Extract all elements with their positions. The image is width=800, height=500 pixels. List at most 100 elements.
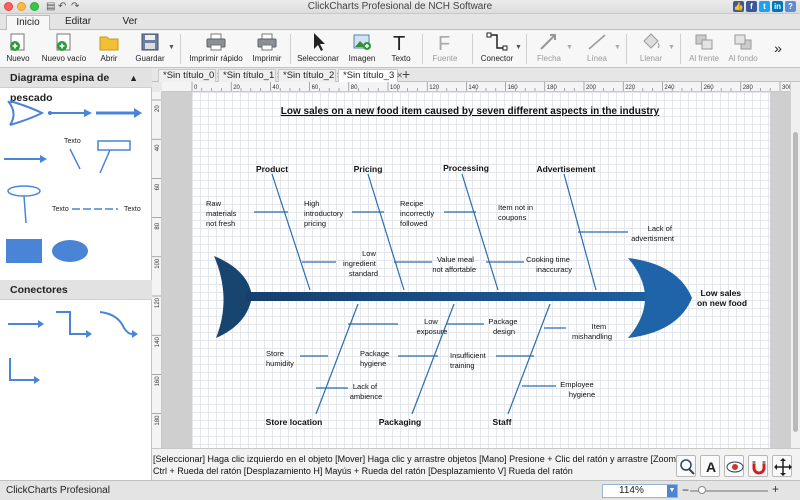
cause-low-exposure[interactable]: Low exposure: [417, 317, 448, 336]
section-fishbone-header[interactable]: Diagrama espina de pescado ▲: [0, 68, 152, 104]
twitter-icon[interactable]: t: [759, 1, 770, 12]
open-button[interactable]: Abrir: [94, 32, 124, 66]
connector-elbow-down[interactable]: [9, 358, 40, 384]
doc-tab-2-label: *Sin título_2: [283, 70, 335, 81]
category-store-location[interactable]: Store location: [266, 417, 323, 427]
zoom-slider[interactable]: [690, 486, 768, 494]
category-product[interactable]: Product: [256, 164, 288, 174]
cause-package-design[interactable]: Package design: [488, 317, 519, 336]
image-button[interactable]: Imagen: [346, 32, 378, 66]
shape-thin-arrow[interactable]: [48, 109, 92, 117]
cause-raw-materials[interactable]: Raw materials not fresh: [206, 199, 239, 228]
vertical-scrollbar[interactable]: [790, 82, 800, 448]
doc-tab-1[interactable]: *Sin título_1✕: [218, 69, 283, 82]
connector-straight[interactable]: [8, 320, 44, 328]
bring-front-button[interactable]: Al frente: [686, 32, 722, 66]
connector-elbow[interactable]: [56, 311, 92, 338]
connector-dropdown-icon[interactable]: ▼: [515, 44, 522, 51]
cause-lack-ambience[interactable]: Lack of ambience: [350, 382, 383, 401]
cause-item-mishandling[interactable]: Item mishandling: [572, 322, 612, 341]
select-button[interactable]: Seleccionar: [296, 32, 340, 66]
bone-product[interactable]: [271, 173, 311, 291]
cause-low-ingredient[interactable]: Low ingredient standard: [343, 249, 378, 278]
shape-ellipse[interactable]: [52, 240, 88, 262]
zoom-out-icon[interactable]: −: [682, 483, 689, 497]
arrow-button[interactable]: Flecha: [532, 32, 566, 66]
category-packaging[interactable]: Packaging: [379, 417, 422, 427]
connector-curved[interactable]: [99, 311, 138, 338]
canvas-area[interactable]: Low sales on a new food item caused by s…: [162, 92, 790, 448]
cause-line: materials: [206, 209, 237, 218]
scrollbar-thumb[interactable]: [793, 132, 798, 432]
help-icon[interactable]: ?: [785, 1, 796, 12]
cause-insufficient-training[interactable]: Insufficient training: [450, 351, 488, 370]
send-back-button[interactable]: Al fondo: [726, 32, 760, 66]
pan-tool[interactable]: [772, 455, 792, 477]
connector-label: Conector: [480, 54, 514, 63]
cause-value-meal[interactable]: Value meal not affortable: [432, 255, 476, 274]
connector-button[interactable]: Conector: [478, 32, 516, 66]
line-button[interactable]: Línea: [580, 32, 614, 66]
print-button[interactable]: Imprimir: [250, 32, 284, 66]
diagram-title[interactable]: Low sales on a new food item caused by s…: [281, 106, 660, 117]
doc-tab-2[interactable]: *Sin título_2✕: [278, 69, 343, 82]
zoom-select[interactable]: 114% ▼: [602, 484, 678, 498]
collapse-arrow-icon[interactable]: ▲: [129, 68, 138, 88]
cause-store-humidity[interactable]: Store humidity: [266, 349, 294, 368]
shape-rectangle[interactable]: [6, 239, 42, 263]
font-button[interactable]: F Fuente: [428, 32, 462, 66]
line-dropdown-icon[interactable]: ▼: [614, 44, 621, 51]
category-pricing[interactable]: Pricing: [354, 164, 383, 174]
zoom-in-icon[interactable]: +: [772, 482, 779, 496]
connector-shapes: [8, 311, 138, 384]
new-button[interactable]: Nuevo: [4, 32, 32, 66]
category-advertisement[interactable]: Advertisement: [536, 164, 595, 174]
tab-ver[interactable]: Ver: [114, 15, 146, 30]
doc-tab-0[interactable]: *Sin título_0✕: [158, 69, 223, 82]
quick-print-button[interactable]: Imprimir rápido: [186, 32, 246, 66]
doc-tab-3[interactable]: *Sin título_3 ✕: [338, 69, 403, 82]
category-processing[interactable]: Processing: [443, 163, 489, 173]
text-button[interactable]: T Texto: [386, 32, 416, 66]
diagram-page[interactable]: Low sales on a new food item caused by s…: [192, 92, 770, 448]
shape-ellipse-bone[interactable]: [7, 185, 41, 224]
text-tool[interactable]: A: [700, 455, 720, 477]
cause-item-coupons[interactable]: Item not in coupons: [498, 203, 535, 222]
text-cursor-icon: A: [706, 459, 716, 475]
shape-label-bone[interactable]: Texto: [64, 138, 81, 170]
magnet-tool[interactable]: [748, 455, 768, 477]
effect-label[interactable]: Low sales on new food: [697, 288, 747, 308]
tab-inicio[interactable]: Inicio: [6, 15, 50, 30]
zoom-fit-tool[interactable]: [676, 455, 696, 477]
fish-spine[interactable]: [246, 292, 662, 301]
view-tool[interactable]: [724, 455, 744, 477]
cause-high-introductory[interactable]: High introductory pricing: [304, 199, 345, 228]
like-icon[interactable]: 👍: [733, 1, 744, 12]
linkedin-icon[interactable]: in: [772, 1, 783, 12]
cause-employee-hygiene[interactable]: Employee hygiene: [560, 380, 595, 399]
new-empty-button[interactable]: Nuevo vacío: [40, 32, 88, 66]
save-button[interactable]: Guardar: [132, 32, 168, 66]
cause-recipe[interactable]: Recipe incorrectly followed: [400, 199, 436, 228]
add-tab-icon[interactable]: +: [402, 66, 410, 82]
cause-cooking-time[interactable]: Cooking time inaccuracy: [526, 255, 572, 274]
category-staff[interactable]: Staff: [493, 417, 512, 427]
shape-box-bone[interactable]: [97, 140, 131, 174]
chevron-down-icon[interactable]: ▼: [667, 485, 677, 497]
shape-text-line[interactable]: Texto Texto: [52, 206, 141, 213]
facebook-icon[interactable]: f: [746, 1, 757, 12]
zoom-slider-thumb[interactable]: [697, 486, 706, 494]
fill-button[interactable]: Llenar: [634, 32, 668, 66]
tab-editar[interactable]: Editar: [58, 15, 98, 30]
shape-fish-tail[interactable]: [7, 100, 45, 126]
shape-bold-arrow[interactable]: [96, 108, 142, 118]
cause-line: Package: [360, 349, 389, 358]
save-dropdown-icon[interactable]: ▼: [168, 44, 175, 51]
shape-short-arrow[interactable]: [4, 155, 47, 163]
cause-package-hygiene[interactable]: Package hygiene: [360, 349, 391, 368]
arrow-dropdown-icon[interactable]: ▼: [566, 44, 573, 51]
cause-line: Lack of: [353, 382, 378, 391]
fill-dropdown-icon[interactable]: ▼: [668, 44, 675, 51]
cause-lack-advertisment[interactable]: Lack of advertisment: [631, 224, 675, 243]
section-connectors-header[interactable]: Conectores: [0, 280, 152, 300]
